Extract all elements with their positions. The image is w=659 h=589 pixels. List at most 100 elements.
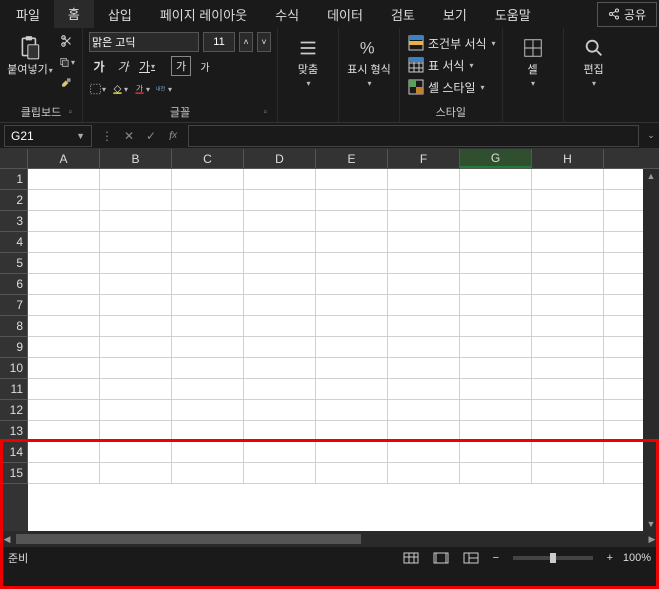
cell-B10[interactable] [100,358,172,379]
page-layout-view-button[interactable] [429,549,453,567]
table-format-button[interactable]: 표 서식▾ [408,54,496,76]
cell-D15[interactable] [244,463,316,484]
cell-C10[interactable] [172,358,244,379]
cell-H8[interactable] [532,316,604,337]
cell-H10[interactable] [532,358,604,379]
cell-H1[interactable] [532,169,604,190]
column-header-C[interactable]: C [172,149,244,168]
cell-F10[interactable] [388,358,460,379]
format-painter-button[interactable] [58,74,76,92]
tab-insert[interactable]: 삽입 [94,0,146,29]
cell-B9[interactable] [100,337,172,358]
column-header-B[interactable]: B [100,149,172,168]
cell-F2[interactable] [388,190,460,211]
cell-G11[interactable] [460,379,532,400]
cell-G7[interactable] [460,295,532,316]
cell-C12[interactable] [172,400,244,421]
tab-help[interactable]: 도움말 [481,0,545,29]
cell-C13[interactable] [172,421,244,442]
cell-E6[interactable] [316,274,388,295]
cell-G3[interactable] [460,211,532,232]
cell-F9[interactable] [388,337,460,358]
cell-A14[interactable] [28,442,100,463]
grow-font-button[interactable]: 가 [171,56,191,76]
cell-C14[interactable] [172,442,244,463]
row-header-4[interactable]: 4 [0,232,28,253]
copy-button[interactable]: ▾ [58,53,76,71]
cell-F12[interactable] [388,400,460,421]
cell-D4[interactable] [244,232,316,253]
font-launcher[interactable]: ▫ [263,107,267,118]
conditional-format-button[interactable]: 조건부 서식▾ [408,32,496,54]
cell-D2[interactable] [244,190,316,211]
cell-H14[interactable] [532,442,604,463]
cell-C15[interactable] [172,463,244,484]
cell-E1[interactable] [316,169,388,190]
decrease-font-button[interactable]: ˅ [257,32,271,52]
phonetic-button[interactable]: 내천▾ [155,80,173,98]
tab-page-layout[interactable]: 페이지 레이아웃 [146,0,261,29]
cell-H4[interactable] [532,232,604,253]
cell-E3[interactable] [316,211,388,232]
scroll-right-arrow[interactable]: ▶ [645,534,659,545]
cell-B14[interactable] [100,442,172,463]
cell-H6[interactable] [532,274,604,295]
column-header-F[interactable]: F [388,149,460,168]
cell-C4[interactable] [172,232,244,253]
tab-formulas[interactable]: 수식 [261,0,313,29]
row-header-10[interactable]: 10 [0,358,28,379]
cell-D1[interactable] [244,169,316,190]
cell-F3[interactable] [388,211,460,232]
cell-F14[interactable] [388,442,460,463]
cell-D14[interactable] [244,442,316,463]
cell-B12[interactable] [100,400,172,421]
row-header-6[interactable]: 6 [0,274,28,295]
cell-B5[interactable] [100,253,172,274]
cell-C7[interactable] [172,295,244,316]
cell-F1[interactable] [388,169,460,190]
cell-E13[interactable] [316,421,388,442]
column-header-A[interactable]: A [28,149,100,168]
cell-F13[interactable] [388,421,460,442]
cell-D10[interactable] [244,358,316,379]
cell-G8[interactable] [460,316,532,337]
cell-E4[interactable] [316,232,388,253]
cell-D8[interactable] [244,316,316,337]
zoom-level[interactable]: 100% [623,552,651,564]
cell-A8[interactable] [28,316,100,337]
cell-H15[interactable] [532,463,604,484]
bold-button[interactable]: 가 [89,56,109,76]
cell-B15[interactable] [100,463,172,484]
cell-H11[interactable] [532,379,604,400]
cell-E2[interactable] [316,190,388,211]
page-break-view-button[interactable] [459,549,483,567]
cell-E9[interactable] [316,337,388,358]
cell-E7[interactable] [316,295,388,316]
tab-view[interactable]: 보기 [429,0,481,29]
cell-C5[interactable] [172,253,244,274]
vertical-scrollbar[interactable]: ▲ ▼ [643,169,659,531]
cell-E14[interactable] [316,442,388,463]
font-color-button[interactable]: 가▾ [133,80,151,98]
column-header-H[interactable]: H [532,149,604,168]
increase-font-button[interactable]: ˄ [239,32,253,52]
cell-H2[interactable] [532,190,604,211]
cell-G14[interactable] [460,442,532,463]
cell-H9[interactable] [532,337,604,358]
number-format-button[interactable]: % 표시 형식▾ [345,32,393,90]
cell-G12[interactable] [460,400,532,421]
cell-A7[interactable] [28,295,100,316]
cell-G9[interactable] [460,337,532,358]
tab-home[interactable]: 홈 [54,0,94,30]
scroll-down-arrow[interactable]: ▼ [643,517,659,531]
cell-D3[interactable] [244,211,316,232]
cell-F11[interactable] [388,379,460,400]
row-header-15[interactable]: 15 [0,463,28,484]
border-button[interactable]: ▾ [89,80,107,98]
cell-area[interactable] [28,169,643,531]
cell-G4[interactable] [460,232,532,253]
cell-E5[interactable] [316,253,388,274]
cell-style-button[interactable]: 셀 스타일▾ [408,76,496,98]
cell-E11[interactable] [316,379,388,400]
cell-C6[interactable] [172,274,244,295]
